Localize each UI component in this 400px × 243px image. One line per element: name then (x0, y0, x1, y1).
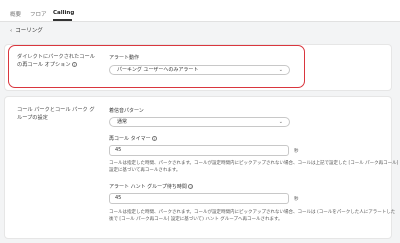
tab-bar: 概要 フロア Calling (0, 0, 400, 22)
recall-timer-help: コールは指定した時間、パークされます。コールが設定時間内にピックアップされない場… (109, 161, 399, 173)
chevron-down-icon: ⌄ (278, 67, 283, 73)
alert-action-label: アラート動作 (109, 55, 140, 61)
info-icon[interactable]: i (152, 136, 158, 141)
recall-timer-input[interactable]: 45 (109, 145, 289, 156)
tab-calling[interactable]: Calling (53, 10, 74, 16)
direct-park-section-label: ダイレクトにパークされたコールの再コール オプション i (17, 54, 95, 68)
chevron-down-icon: ⌄ (278, 119, 283, 125)
tab-floors[interactable]: フロア (30, 10, 47, 18)
active-tab-indicator (53, 19, 72, 21)
recall-timer-unit: 秒 (294, 149, 299, 154)
info-icon[interactable]: i (72, 62, 78, 67)
tab-overview[interactable]: 概要 (10, 10, 21, 18)
back-link[interactable]: ‹ コーリング (10, 26, 43, 34)
hunt-wait-input[interactable]: 45 (109, 193, 289, 204)
chevron-left-icon: ‹ (10, 28, 13, 34)
alert-action-select[interactable]: パーキング ユーザーへのみアラート ⌄ (109, 65, 290, 75)
info-icon[interactable]: i (188, 184, 194, 189)
hunt-wait-unit: 秒 (294, 197, 299, 202)
ring-pattern-select[interactable]: 通常 ⌄ (109, 117, 290, 127)
back-label: コーリング (15, 28, 43, 34)
recall-timer-label: 再コール タイマー i (109, 136, 158, 142)
ring-pattern-label: 着信音パターン (109, 108, 144, 114)
hunt-wait-help: コールは指定した時間、パークされます。コールが設定時間内にピックアップされない場… (109, 210, 396, 222)
park-group-section-label: コール パークとコール パーク グループの設定 (17, 107, 95, 121)
hunt-wait-label: アラート ハント グループ待ち時間 i (109, 184, 194, 190)
